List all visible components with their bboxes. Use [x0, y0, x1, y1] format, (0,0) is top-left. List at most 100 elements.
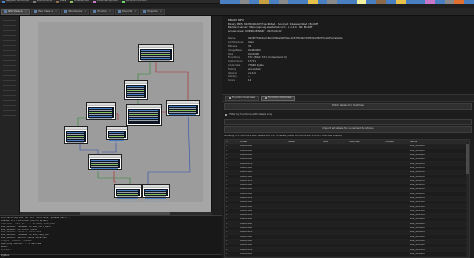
- function-list-row[interactable]: [3, 105, 16, 106]
- tab-imports[interactable]: Imports ×: [114, 8, 140, 15]
- navigation-band-segment[interactable]: [454, 0, 465, 4]
- function-list-row[interactable]: [3, 50, 16, 51]
- tab-label: Structures: [68, 9, 83, 14]
- column-header[interactable]: Name: [409, 141, 467, 143]
- function-list-row[interactable]: [3, 110, 16, 111]
- view-tab-bar: IDA View-A × Hex View-1 × Structures × Enums × I…: [0, 8, 222, 16]
- navigation-band-segment[interactable]: [405, 0, 416, 4]
- graph-node[interactable]: [86, 102, 116, 120]
- function-list-row[interactable]: [3, 25, 16, 26]
- graph-node[interactable]: [142, 184, 170, 198]
- table-cell: sub_401380: [410, 209, 425, 212]
- navigation-band-segment[interactable]: [366, 0, 377, 4]
- function-list-row[interactable]: [3, 80, 16, 81]
- filter-input[interactable]: [224, 119, 472, 125]
- tab-structures[interactable]: Structures ×: [61, 8, 90, 15]
- column-header[interactable]: #: [225, 141, 239, 143]
- checkbox-icon[interactable]: [225, 113, 228, 117]
- navigation-band-segment[interactable]: [376, 0, 387, 4]
- function-list-row[interactable]: [3, 35, 16, 36]
- function-list-row[interactable]: [3, 85, 16, 86]
- function-list-row[interactable]: [3, 65, 16, 66]
- function-list-row[interactable]: [3, 70, 16, 71]
- navigation-band-segment[interactable]: [425, 0, 435, 4]
- navigation-band-segment[interactable]: [298, 0, 308, 4]
- function-list-row[interactable]: [3, 55, 16, 56]
- view-toggle[interactable]: Function Overview: [225, 95, 260, 101]
- console-input[interactable]: Python: [0, 254, 222, 258]
- import-labels-button[interactable]: Import all labels for unnamed functions: [224, 126, 472, 133]
- graph-node[interactable]: [138, 44, 174, 62]
- graph-node[interactable]: [126, 104, 162, 126]
- navigation-band-segment[interactable]: [259, 0, 269, 4]
- view-icon: [64, 10, 68, 13]
- function-list-row[interactable]: [3, 75, 16, 76]
- graph-node[interactable]: [88, 154, 122, 170]
- view-toggle-group: Function Overview Function Overview: [222, 94, 474, 102]
- navigation-band-segment[interactable]: [229, 0, 240, 4]
- function-list-row[interactable]: [3, 30, 16, 31]
- navigation-band-segment[interactable]: [268, 0, 279, 4]
- radio-icon[interactable]: [229, 97, 231, 99]
- graph-node[interactable]: [124, 80, 148, 100]
- function-list-row[interactable]: [3, 100, 16, 101]
- graph-node[interactable]: [114, 184, 142, 198]
- navigation-band-segment[interactable]: [337, 0, 347, 4]
- navigation-band-segment[interactable]: [386, 0, 396, 4]
- navigation-band-segment[interactable]: [464, 0, 474, 4]
- navigation-band-segment[interactable]: [444, 0, 455, 4]
- function-list-row[interactable]: [3, 40, 16, 41]
- column-header[interactable]: Size: [311, 141, 339, 143]
- navigation-band-segment[interactable]: [220, 0, 230, 4]
- close-icon[interactable]: ×: [160, 10, 162, 13]
- close-icon[interactable]: ×: [25, 10, 27, 13]
- navigation-band-segment[interactable]: [434, 0, 445, 4]
- column-header[interactable]: Label: [271, 141, 311, 143]
- tab-enums[interactable]: Enums ×: [90, 8, 114, 15]
- function-list-row[interactable]: [3, 20, 16, 21]
- view-toggle[interactable]: Function Overview: [261, 95, 296, 101]
- graph-node[interactable]: [106, 126, 128, 140]
- function-list-row[interactable]: [3, 45, 16, 46]
- close-icon[interactable]: ×: [109, 10, 111, 13]
- column-header[interactable]: Matches: [339, 141, 369, 143]
- function-list-row[interactable]: [3, 90, 16, 91]
- legend-swatch: [121, 0, 125, 3]
- close-icon[interactable]: ×: [55, 10, 57, 13]
- graph-node[interactable]: [64, 126, 88, 144]
- filter-labels-checkbox[interactable]: Filter by functions with labels only: [224, 112, 472, 118]
- navigation-band-segment[interactable]: [327, 0, 338, 4]
- column-header[interactable]: Offset: [239, 141, 271, 143]
- navigation-band-segment[interactable]: [288, 0, 299, 4]
- fetch-labels-button[interactable]: Fetch labels for matches: [224, 103, 472, 110]
- close-icon[interactable]: ×: [84, 10, 86, 13]
- navigation-band-segment[interactable]: [356, 0, 367, 4]
- navigation-band-segment[interactable]: [249, 0, 260, 4]
- graph-view[interactable]: [20, 16, 212, 212]
- radio-icon[interactable]: [265, 97, 268, 99]
- function-list-row[interactable]: [3, 60, 16, 61]
- navigation-band-segment[interactable]: [239, 0, 250, 4]
- graph-node[interactable]: [166, 100, 200, 116]
- column-header[interactable]: Unique: [369, 141, 409, 143]
- tab-hex-view-1[interactable]: Hex View-1 ×: [30, 8, 61, 15]
- close-icon[interactable]: ×: [134, 10, 136, 13]
- navigation-band-segment[interactable]: [346, 0, 357, 4]
- table-cell: sub_401140: [410, 171, 425, 174]
- navigation-band-segment[interactable]: [415, 0, 426, 4]
- graph-canvas[interactable]: [38, 22, 203, 202]
- navigation-band-segment[interactable]: [307, 0, 318, 4]
- console-line: Python>: [1, 248, 11, 251]
- function-list-row[interactable]: [3, 115, 16, 116]
- navigation-band-segment[interactable]: [278, 0, 289, 4]
- tab-exports[interactable]: Exports ×: [140, 8, 165, 15]
- filter-labels-label: Filter by functions with labels only: [229, 112, 273, 116]
- tab-ida-view-a[interactable]: IDA View-A ×: [1, 8, 30, 15]
- function-list-row[interactable]: [3, 95, 16, 96]
- table-row[interactable]: 1 0x401600 sub_401600: [225, 252, 469, 257]
- navigation-band[interactable]: [220, 0, 474, 4]
- navigation-band-segment[interactable]: [395, 0, 406, 4]
- table-scrollbar[interactable]: [466, 140, 469, 257]
- table-cell: 0x401380: [240, 209, 253, 212]
- navigation-band-segment[interactable]: [317, 0, 328, 4]
